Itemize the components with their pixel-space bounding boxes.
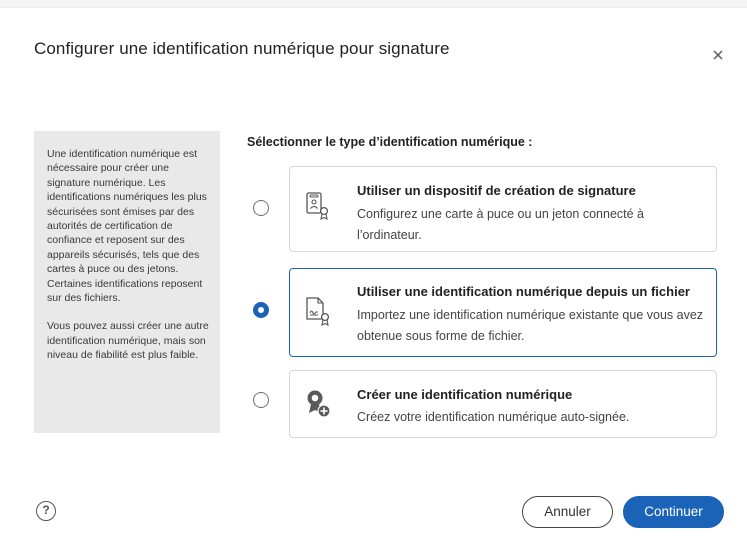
close-icon[interactable] bbox=[708, 44, 728, 64]
option-description: Créez votre identification numérique aut… bbox=[357, 410, 630, 424]
new-certificate-icon bbox=[303, 387, 333, 421]
cancel-button[interactable]: Annuler bbox=[522, 496, 613, 528]
id-type-label: Sélectionner le type d’identification nu… bbox=[247, 135, 533, 149]
dialog-title: Configurer une identification numérique … bbox=[34, 39, 450, 58]
help-icon[interactable]: ? bbox=[36, 501, 56, 521]
info-panel: Une identification numérique est nécessa… bbox=[34, 131, 220, 433]
option-title: Utiliser une identification numérique de… bbox=[357, 284, 690, 299]
option-description: Configurez une carte à puce ou un jeton … bbox=[357, 207, 645, 242]
radio-file-id[interactable] bbox=[253, 302, 269, 318]
digital-id-dialog: Configurer une identification numérique … bbox=[0, 8, 747, 539]
option-title: Utiliser un dispositif de création de si… bbox=[357, 183, 636, 198]
window-top-strip bbox=[0, 0, 747, 8]
info-paragraph: Une identification numérique est nécessa… bbox=[47, 148, 207, 305]
option-description: Importez une identification numérique ex… bbox=[357, 308, 704, 343]
radio-create-id[interactable] bbox=[253, 392, 269, 408]
device-badge-icon bbox=[303, 189, 333, 223]
option-title: Créer une identification numérique bbox=[357, 387, 573, 402]
signed-file-icon bbox=[303, 295, 333, 329]
continue-button[interactable]: Continuer bbox=[623, 496, 724, 528]
option-create-id[interactable]: Créer une identification numérique Créez… bbox=[289, 370, 717, 438]
radio-signature-device[interactable] bbox=[253, 200, 269, 216]
option-file-id[interactable]: Utiliser une identification numérique de… bbox=[289, 268, 717, 357]
info-paragraph: Vous pouvez aussi créer une autre identi… bbox=[47, 320, 209, 362]
option-signature-device[interactable]: Utiliser un dispositif de création de si… bbox=[289, 166, 717, 252]
